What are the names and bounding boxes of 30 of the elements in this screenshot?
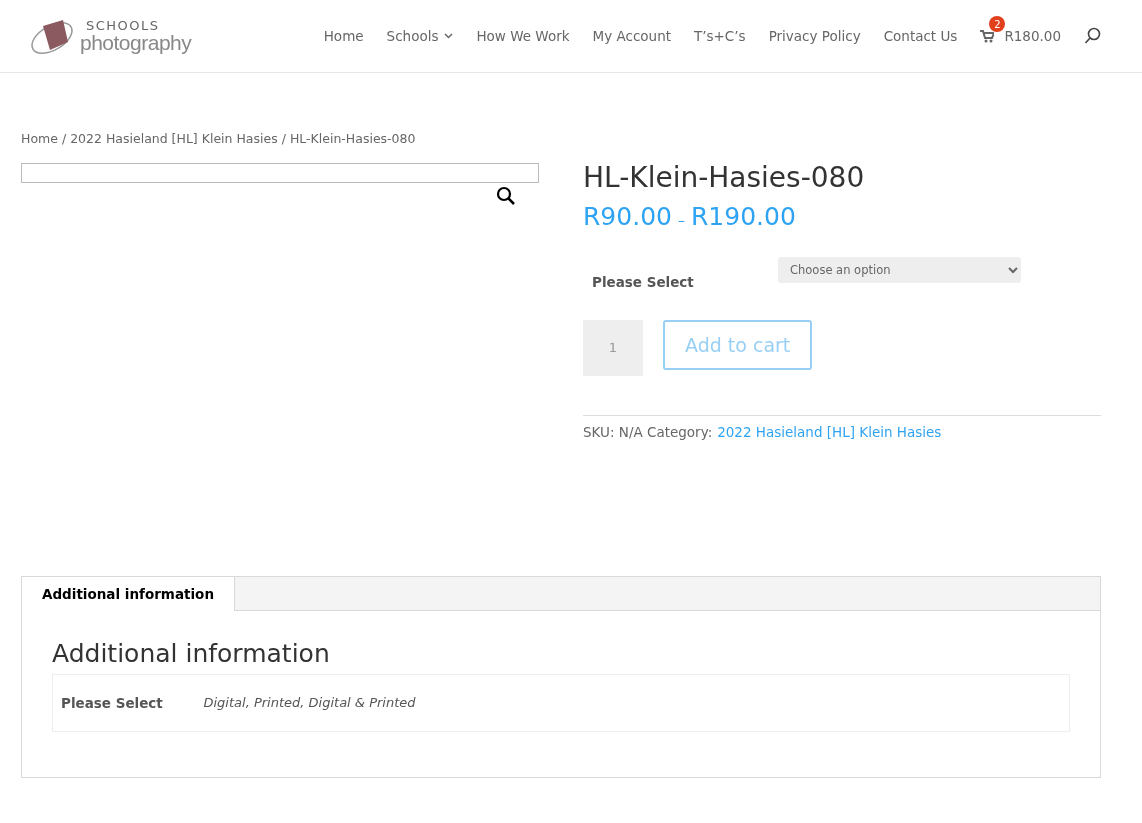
nav-link[interactable]: Contact Us [883,28,958,44]
price-min: R90.00 [583,201,672,231]
breadcrumb-link[interactable]: 2022 Hasieland [HL] Klein Hasies [70,131,278,146]
magnifier-icon[interactable] [496,186,516,206]
chevron-down-icon [444,33,454,39]
nav-link[interactable]: Privacy Policy [768,28,861,44]
price-max: R190.00 [690,201,796,231]
nav-link[interactable]: Schools [386,28,454,44]
cart-icon [980,29,995,43]
nav-link[interactable]: T’s+C’s [694,28,746,44]
product-meta-text: SKU: N/A Category: [583,423,713,440]
product-title: HL-Klein-Hasies-080 [583,163,866,194]
variation-label: Please Select [592,273,695,290]
nav-link[interactable]: How We Work [476,28,570,44]
panel-heading: Additional information [52,638,331,668]
nav-link[interactable]: My Account [592,28,671,44]
logo-text: photography [80,32,192,53]
breadcrumb-separator: / [61,131,67,146]
search-icon[interactable] [1084,27,1102,45]
price-dash: – [677,211,685,228]
cart-count-badge: 2 [989,16,1006,32]
option-dropdown[interactable]: Choose an option [778,256,1021,283]
breadcrumb-link[interactable]: Home [21,131,58,146]
tab[interactable]: Additional information [22,576,235,611]
breadcrumb-separator: / [281,131,286,146]
attribute-name: Please Select [52,674,203,732]
breadcrumb-current: HL-Klein-Hasies-080 [289,131,416,146]
logo-text: SCHOOLS [86,19,161,32]
attribute-value: Digital, Printed, Digital & Printed [202,674,1070,732]
nav-link[interactable]: Home [323,28,364,44]
